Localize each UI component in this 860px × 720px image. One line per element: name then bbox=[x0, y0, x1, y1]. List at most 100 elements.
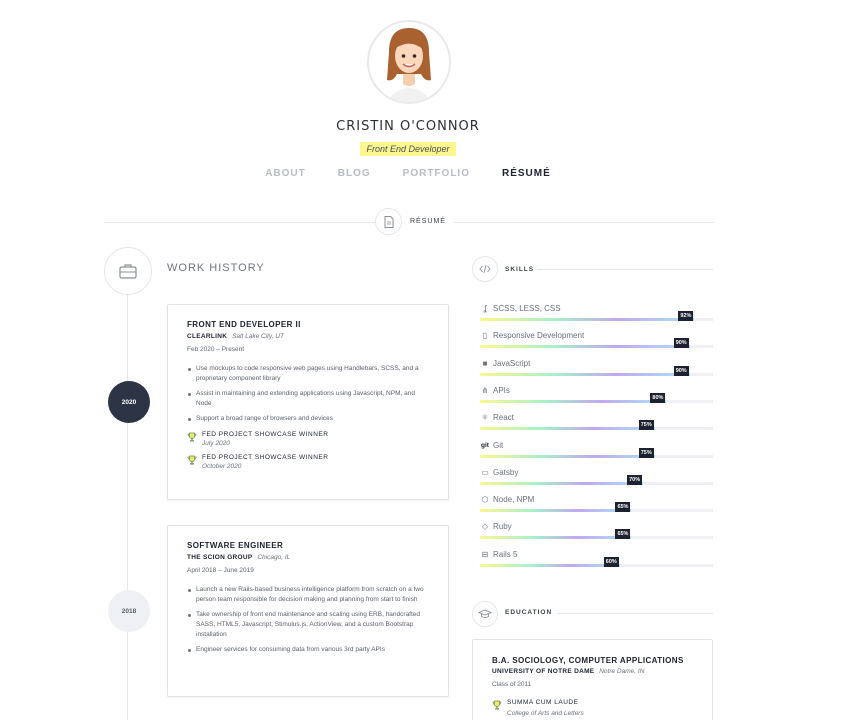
trophy-icon bbox=[492, 700, 502, 710]
job-bullet: Use mockups to code responsive web pages… bbox=[187, 364, 429, 384]
nav-blog[interactable]: BLOG bbox=[338, 168, 371, 179]
job-company: THE SCION GROUP bbox=[187, 554, 253, 561]
skill-bar-fill bbox=[480, 372, 690, 376]
skill-bar-fill bbox=[480, 399, 667, 403]
skill-bar-track bbox=[480, 454, 713, 458]
class-year: Class of 2011 bbox=[492, 681, 532, 688]
skill-percent-badge: 90% bbox=[673, 365, 689, 376]
skill-bar-fill bbox=[480, 563, 620, 567]
javascript-icon: ■ bbox=[482, 358, 488, 368]
skill-name: Rails 5 bbox=[493, 549, 518, 559]
skill-percent-badge: 70% bbox=[627, 474, 643, 485]
skill-percent-badge: 92% bbox=[678, 311, 694, 321]
job-card: FRONT END DEVELOPER II CLEARLINK Salt La… bbox=[167, 304, 449, 500]
browser-icon: ▭ bbox=[481, 467, 489, 477]
skill-row: ʆ SCSS, LESS, CSS 92% bbox=[480, 302, 713, 326]
nav-portfolio[interactable]: PORTFOLIO bbox=[403, 168, 470, 179]
work-history-title: WORK HISTORY bbox=[167, 262, 265, 274]
skill-row: ⊟ Rails 5 60% bbox=[480, 548, 713, 572]
skill-bar-fill bbox=[480, 509, 632, 513]
trophy-icon bbox=[187, 432, 197, 442]
skill-row: ⋔ APIs 80% bbox=[480, 384, 713, 408]
skill-row: ▯ Responsive Development 90% bbox=[480, 329, 713, 353]
timeline-line bbox=[127, 295, 128, 720]
degree-title: B.A. SOCIOLOGY, COMPUTER APPLICATIONS bbox=[492, 656, 684, 665]
briefcase-icon bbox=[104, 247, 152, 295]
skill-percent-badge: 75% bbox=[638, 447, 654, 458]
job-title: SOFTWARE ENGINEER bbox=[187, 541, 284, 550]
skill-name: Gatsby bbox=[493, 467, 519, 477]
job-location: Chicago, IL bbox=[257, 554, 291, 561]
job-bullet: Engineer services for consuming data fro… bbox=[187, 645, 429, 655]
skill-row: ▭ Gatsby 70% bbox=[480, 466, 713, 490]
job-bullet: Take ownership of front end maintenance … bbox=[187, 610, 429, 640]
skills-divider bbox=[537, 269, 713, 270]
award-title: FED PROJECT SHOWCASE WINNER bbox=[202, 454, 329, 461]
profile-role: Front End Developer bbox=[360, 142, 456, 156]
education-divider bbox=[557, 613, 713, 614]
main-nav: ABOUT BLOG PORTFOLIO RÉSUMÉ bbox=[0, 168, 816, 179]
skill-bar-fill bbox=[480, 481, 644, 485]
skill-name: SCSS, LESS, CSS bbox=[493, 304, 561, 313]
timeline-year-badge: 2020 bbox=[108, 381, 150, 423]
job-dates: Feb 2020 – Present bbox=[187, 346, 245, 353]
award-date: October 2020 bbox=[202, 463, 242, 470]
skill-bar-track bbox=[480, 427, 713, 431]
skill-name: JavaScript bbox=[493, 358, 531, 368]
skill-name: APIs bbox=[493, 385, 510, 395]
job-location: Salt Lake City, UT bbox=[232, 333, 284, 340]
job-dates: April 2018 – June 2019 bbox=[187, 567, 254, 574]
skill-name: Ruby bbox=[493, 522, 512, 532]
school-location: Notre Dame, IN bbox=[599, 668, 645, 675]
skill-bar-fill bbox=[480, 345, 690, 349]
git-icon: git bbox=[481, 441, 489, 449]
code-icon bbox=[472, 256, 498, 282]
section-label: RÉSUMÉ bbox=[402, 218, 454, 225]
mobile-icon: ▯ bbox=[482, 331, 488, 341]
skill-bar-track bbox=[480, 509, 713, 513]
job-company: CLEARLINK bbox=[187, 333, 228, 340]
skill-bar-track bbox=[480, 536, 713, 540]
job-responsibilities: Launch a new Rails-based business intell… bbox=[187, 585, 429, 655]
train-icon: ⊟ bbox=[481, 549, 489, 559]
skill-bar-track bbox=[480, 481, 713, 485]
skill-row: git Git 75% bbox=[480, 439, 713, 463]
education-title: EDUCATION bbox=[505, 609, 553, 616]
skill-name: React bbox=[493, 413, 514, 423]
skill-bar-fill bbox=[480, 427, 655, 431]
job-card: SOFTWARE ENGINEER THE SCION GROUP Chicag… bbox=[167, 525, 449, 697]
nav-resume[interactable]: RÉSUMÉ bbox=[502, 168, 551, 179]
award-item: SUMMA CUM LAUDE College of Arts and Lett… bbox=[492, 699, 693, 717]
skill-percent-badge: 75% bbox=[638, 420, 654, 431]
award-item: FED PROJECT SHOWCASE WINNER October 2020 bbox=[187, 454, 429, 470]
skill-row: ⚛ React 75% bbox=[480, 411, 713, 435]
job-bullet: Assist in maintaining and extending appl… bbox=[187, 389, 429, 409]
profile-avatar bbox=[367, 20, 451, 104]
sass-icon: ʆ bbox=[483, 304, 487, 313]
skill-name: Node, NPM bbox=[493, 495, 535, 505]
award-title: FED PROJECT SHOWCASE WINNER bbox=[202, 431, 329, 438]
skill-bar-track bbox=[480, 399, 713, 403]
skill-row: ■ JavaScript 90% bbox=[480, 357, 713, 381]
skill-row: ◇ Ruby 65% bbox=[480, 520, 713, 544]
award-date: July 2020 bbox=[202, 440, 230, 447]
award-detail: College of Arts and Letters bbox=[507, 710, 584, 717]
network-icon: ⋔ bbox=[481, 385, 489, 395]
award-title: SUMMA CUM LAUDE bbox=[507, 699, 579, 706]
trophy-icon bbox=[187, 455, 197, 465]
nav-about[interactable]: ABOUT bbox=[265, 168, 306, 179]
profile-name: CRISTIN O'CONNOR bbox=[336, 119, 480, 134]
job-bullet: Launch a new Rails-based business intell… bbox=[187, 585, 429, 605]
document-icon bbox=[375, 208, 402, 235]
skill-row: ⬡ Node, NPM 65% bbox=[480, 493, 713, 517]
react-icon: ⚛ bbox=[481, 413, 489, 423]
timeline-year-badge: 2018 bbox=[108, 590, 150, 632]
skills-title: SKILLS bbox=[505, 266, 535, 273]
graduation-cap-icon bbox=[472, 601, 498, 627]
node-icon: ⬡ bbox=[481, 495, 489, 505]
award-item: FED PROJECT SHOWCASE WINNER July 2020 bbox=[187, 431, 429, 447]
skill-percent-badge: 60% bbox=[603, 556, 619, 567]
skill-name: Git bbox=[493, 440, 504, 450]
skill-bar-track bbox=[480, 563, 713, 567]
skill-percent-badge: 80% bbox=[650, 392, 666, 403]
